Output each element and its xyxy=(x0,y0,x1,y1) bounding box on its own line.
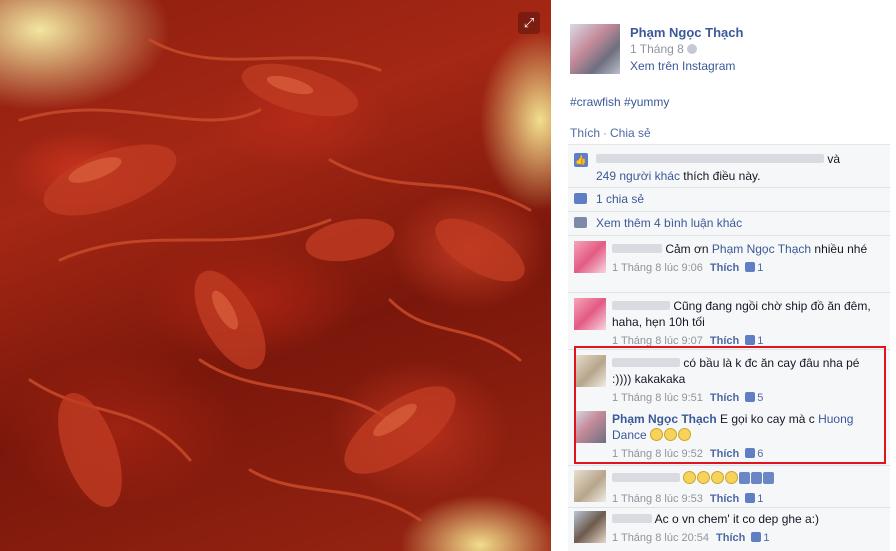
comment-like-button[interactable]: Thích xyxy=(716,532,745,544)
smile-emoji-icon xyxy=(711,471,725,484)
highlight-annotation xyxy=(574,346,886,464)
smile-emoji-icon xyxy=(683,471,697,484)
comment-time[interactable]: 1 Tháng 8 lúc 9:53 xyxy=(612,493,703,505)
post-actions: Thích · Chia sẻ xyxy=(570,126,651,140)
redacted-commenter-name[interactable] xyxy=(612,244,662,253)
divider xyxy=(568,211,890,212)
comment-meta: 1 Tháng 8 lúc 9:53 Thích 1 xyxy=(612,491,882,507)
redacted-commenter-name[interactable] xyxy=(612,514,652,523)
divider xyxy=(568,465,890,466)
like-button[interactable]: Thích xyxy=(570,126,600,140)
shares-row[interactable]: 1 chia sẻ xyxy=(574,192,644,206)
smile-emoji-icon xyxy=(697,471,711,484)
post-header: Phạm Ngọc Thạch 1 Tháng 8 Xem trên Insta… xyxy=(570,22,890,78)
likes-and: và xyxy=(827,152,841,166)
crawfish-illustration xyxy=(18,38,532,522)
divider xyxy=(568,507,890,508)
commenter-avatar[interactable] xyxy=(574,470,606,502)
comment-meta: 1 Tháng 8 lúc 20:54 Thích 1 xyxy=(612,530,882,546)
divider xyxy=(568,187,890,188)
likes-summary: 👍 và 249 người khác thích điều này. xyxy=(574,151,882,185)
comment-text-suffix: nhiều nhé xyxy=(814,242,868,256)
divider xyxy=(568,235,890,236)
thumbs-up-icon xyxy=(751,532,762,542)
comment-like-count[interactable]: 1 xyxy=(757,262,763,274)
thumbs-up-icon xyxy=(745,262,756,272)
comment-bubble-icon xyxy=(574,217,587,228)
expand-icon[interactable]: ⤢ xyxy=(518,12,540,34)
share-icon xyxy=(574,193,587,204)
comment-time[interactable]: 1 Tháng 8 lúc 9:06 xyxy=(612,262,703,274)
comment-like-button[interactable]: Thích xyxy=(710,262,739,274)
comment-like-button[interactable]: Thích xyxy=(710,493,739,505)
shares-count[interactable]: 1 chia sẻ xyxy=(596,192,644,206)
redacted-commenter-name[interactable] xyxy=(612,473,680,482)
comment-text: Cảm ơn xyxy=(665,242,709,256)
commenter-avatar[interactable] xyxy=(574,241,606,273)
thumbs-up-icon: 👍 xyxy=(574,153,588,167)
comment-meta: 1 Tháng 8 lúc 9:06 Thích 1 xyxy=(612,260,882,276)
post-date[interactable]: 1 Tháng 8 xyxy=(630,42,684,56)
post-photo[interactable]: ⤢ xyxy=(0,0,551,551)
share-button[interactable]: Chia sẻ xyxy=(610,126,651,140)
view-more-comments-label[interactable]: Xem thêm 4 bình luận khác xyxy=(596,216,742,230)
globe-icon xyxy=(686,44,697,54)
avatar[interactable] xyxy=(570,24,620,74)
likes-others-link[interactable]: 249 người khác xyxy=(596,169,680,183)
view-more-comments[interactable]: Xem thêm 4 bình luận khác xyxy=(574,216,742,230)
thumbs-up-icon xyxy=(745,493,756,503)
thumbs-up-icon xyxy=(745,335,756,345)
action-separator: · xyxy=(603,126,608,140)
thumbs-up-emoji-icon xyxy=(739,472,775,488)
post-sidebar: Phạm Ngọc Thạch 1 Tháng 8 Xem trên Insta… xyxy=(551,0,896,551)
comment-text: Ac o vn chem' it co dep ghe a:) xyxy=(654,512,820,526)
comment-mention[interactable]: Phạm Ngọc Thạch xyxy=(712,242,811,256)
smile-emoji-icon xyxy=(725,471,739,484)
divider xyxy=(568,292,890,293)
comment-time[interactable]: 1 Tháng 8 lúc 20:54 xyxy=(612,532,709,544)
poster-name[interactable]: Phạm Ngọc Thạch xyxy=(630,25,743,40)
post-caption[interactable]: #crawfish #yummy xyxy=(570,95,669,109)
redacted-commenter-name[interactable] xyxy=(612,301,670,310)
commenter-avatar[interactable] xyxy=(574,298,606,330)
view-on-instagram-link[interactable]: Xem trên Instagram xyxy=(630,59,735,73)
redacted-liker-names xyxy=(596,154,824,163)
commenter-avatar[interactable] xyxy=(574,511,606,543)
post-timestamp[interactable]: 1 Tháng 8 xyxy=(630,42,697,56)
likes-suffix: thích điều này. xyxy=(683,169,761,183)
comment-like-count[interactable]: 1 xyxy=(763,532,769,544)
comment-like-count[interactable]: 1 xyxy=(757,493,763,505)
